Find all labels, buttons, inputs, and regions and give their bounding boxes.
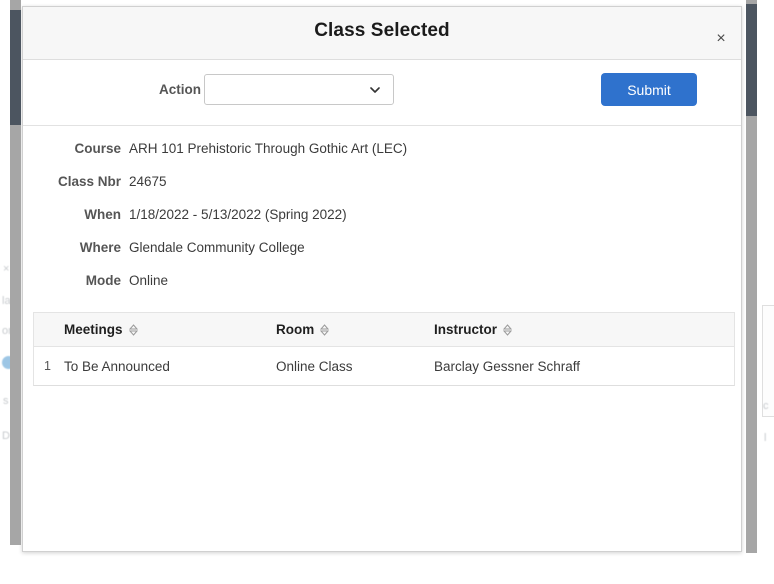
cell-instructor: Barclay Gessner Schraff [434,359,734,374]
detail-label-where: Where [23,240,121,255]
action-label: Action [23,82,201,97]
column-header-room[interactable]: Room [276,322,434,337]
sort-icon[interactable] [129,324,138,336]
background-fragment: c [763,400,769,412]
row-index: 1 [34,359,64,373]
detail-row: Where Glendale Community College [23,233,741,266]
column-header-instructor-label: Instructor [434,322,497,337]
sort-icon[interactable] [320,324,329,336]
detail-value-when: 1/18/2022 - 5/13/2022 (Spring 2022) [129,207,347,222]
column-header-meetings[interactable]: Meetings [64,322,276,337]
detail-value-course: ARH 101 Prehistoric Through Gothic Art (… [129,141,407,156]
submit-button[interactable]: Submit [601,73,697,106]
column-header-meetings-label: Meetings [64,322,123,337]
class-selected-modal: Class Selected × Action Submit Course AR… [22,6,742,552]
detail-label-class-nbr: Class Nbr [23,174,121,189]
sort-icon[interactable] [503,324,512,336]
detail-label-when: When [23,207,121,222]
detail-row: Course ARH 101 Prehistoric Through Gothi… [23,134,741,167]
cell-room: Online Class [276,359,434,374]
scrollbar-left-thumb[interactable] [10,10,21,125]
meetings-table: Meetings Room [33,312,735,386]
detail-row: When 1/18/2022 - 5/13/2022 (Spring 2022) [23,200,741,233]
table-header-row: Meetings Room [34,313,734,347]
detail-value-class-nbr: 24675 [129,174,167,189]
background-fragment: s [3,395,9,407]
column-header-instructor[interactable]: Instructor [434,322,734,337]
scrollbar-left[interactable] [10,0,21,545]
scrollbar-right-thumb[interactable] [746,4,757,116]
detail-label-course: Course [23,141,121,156]
table-row: 1 To Be Announced Online Class Barclay G… [34,347,734,385]
class-details: Course ARH 101 Prehistoric Through Gothi… [23,126,741,299]
page-title: Class Selected [23,20,741,42]
background-fragment: l [764,432,766,444]
scrollbar-right[interactable] [746,0,757,553]
screenshot-root: × la or s D c l Class Selected × Action [0,0,774,584]
background-fragment: × [3,263,9,275]
column-header-room-label: Room [276,322,314,337]
action-select[interactable] [204,74,394,105]
modal-header: Class Selected × [23,7,741,60]
action-bar: Action Submit [23,60,741,126]
detail-value-mode: Online [129,273,168,288]
cell-meetings: To Be Announced [64,359,276,374]
detail-label-mode: Mode [23,273,121,288]
detail-row: Mode Online [23,266,741,299]
close-icon[interactable]: × [711,29,731,49]
detail-row: Class Nbr 24675 [23,167,741,200]
background-fragment: D [2,430,10,442]
detail-value-where: Glendale Community College [129,240,305,255]
